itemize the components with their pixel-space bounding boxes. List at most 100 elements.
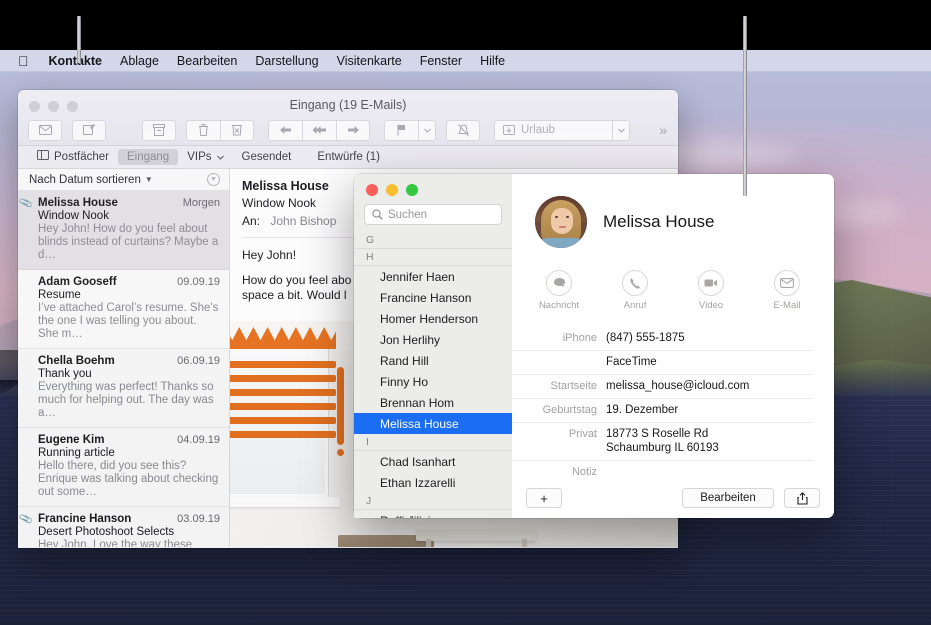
field-value: melissa_house@icloud.com	[606, 379, 814, 393]
message-subject: Window Nook	[29, 210, 220, 222]
phone-icon	[622, 270, 648, 296]
apple-logo-icon[interactable]: 	[10, 54, 40, 68]
search-wrap: Suchen	[354, 196, 512, 232]
message-sender: Francine Hanson	[29, 513, 177, 525]
message-date: 03.09.19	[177, 513, 220, 525]
contact-list-item[interactable]: Jon Herlihy	[354, 329, 512, 350]
message-list[interactable]: 📎 Melissa House Morgen Window Nook Hey J…	[18, 191, 229, 547]
reply-all-icon[interactable]	[302, 120, 336, 141]
action-label: Nachricht	[535, 300, 583, 311]
menu-item-ablage[interactable]: Ablage	[111, 50, 168, 72]
favorite-entwuerfe[interactable]: Entwürfe (1)	[308, 149, 389, 165]
close-button[interactable]	[366, 184, 378, 196]
search-icon	[372, 209, 383, 220]
message-preview: Hello there, did you see this? Enrique w…	[29, 460, 220, 499]
reply-icon[interactable]	[268, 120, 302, 141]
contacts-list[interactable]: G H Jennifer Haen Francine Hanson Homer …	[354, 232, 512, 518]
contacts-section-h: H	[354, 249, 512, 266]
field-value: (847) 555-1875	[606, 331, 814, 345]
field-label: Geburtstag	[512, 403, 606, 417]
flag-icon[interactable]	[384, 120, 418, 141]
chevron-down-icon	[217, 149, 224, 165]
contact-field-startseite[interactable]: Startseite melissa_house@icloud.com	[512, 375, 814, 399]
menu-item-darstellung[interactable]: Darstellung	[246, 50, 327, 72]
contacts-section-g: G	[354, 232, 512, 249]
contact-field-privat[interactable]: Privat 18773 S Roselle Rd Schaumburg IL …	[512, 423, 814, 461]
action-call[interactable]: Anruf	[611, 270, 659, 311]
contact-list-item[interactable]: Chad Isanhart	[354, 451, 512, 472]
compose-group	[72, 120, 106, 141]
contact-list-item[interactable]: Rand Hill	[354, 350, 512, 371]
message-sender: Chella Boehm	[29, 355, 177, 367]
compose-icon[interactable]	[72, 120, 106, 141]
message-bubble-icon	[546, 270, 572, 296]
mute-icon[interactable]	[446, 120, 480, 141]
contact-list-item[interactable]: Brennan Hom	[354, 392, 512, 413]
message-list-item[interactable]: Adam Gooseff 09.09.19 Resume I’ve attach…	[18, 270, 229, 349]
contact-list-item[interactable]: Finny Ho	[354, 371, 512, 392]
contact-list-item[interactable]: Jennifer Haen	[354, 266, 512, 287]
message-subject: Running article	[29, 447, 220, 459]
menu-item-hilfe[interactable]: Hilfe	[471, 50, 514, 72]
filter-icon[interactable]: ▼	[207, 173, 220, 186]
message-list-item[interactable]: 📎 Francine Hanson 03.09.19 Desert Photos…	[18, 507, 229, 547]
contact-field-geburtstag[interactable]: Geburtstag 19. Dezember	[512, 399, 814, 423]
contact-list-item[interactable]: Ethan Izzarelli	[354, 472, 512, 493]
archive-group	[142, 120, 176, 141]
junk-icon[interactable]	[220, 120, 254, 141]
action-video[interactable]: Video	[687, 270, 735, 311]
minimize-button[interactable]	[386, 184, 398, 196]
flag-group	[384, 120, 436, 141]
contacts-window-controls[interactable]	[354, 174, 512, 196]
delete-icon[interactable]	[186, 120, 220, 141]
mute-group	[446, 120, 480, 141]
favorite-label: Postfächer	[54, 149, 109, 165]
mark-unread-icon[interactable]	[28, 120, 62, 141]
contact-detail-pane: Melissa House Nachricht Anruf	[512, 174, 834, 518]
favorite-postfaecher[interactable]: Postfächer	[28, 149, 118, 165]
callout-line-right	[743, 16, 747, 196]
archive-icon[interactable]	[142, 120, 176, 141]
toolbar-overflow-icon[interactable]: »	[659, 122, 668, 138]
mark-unread-group	[28, 120, 62, 141]
flag-dropdown-icon[interactable]	[418, 120, 436, 141]
favorite-eingang[interactable]: Eingang	[118, 149, 178, 165]
field-label: Startseite	[512, 379, 606, 393]
forward-icon[interactable]	[336, 120, 370, 141]
contacts-window[interactable]: Suchen G H Jennifer Haen Francine Hanson…	[354, 174, 834, 518]
mail-favorites-bar: Postfächer Eingang VIPs Gesendet Entwürf…	[18, 146, 678, 169]
menu-item-fenster[interactable]: Fenster	[411, 50, 471, 72]
sort-dropdown[interactable]: Nach Datum sortieren ▼	[29, 174, 153, 186]
message-date: 04.09.19	[177, 434, 220, 446]
edit-button[interactable]: Bearbeiten	[682, 488, 774, 508]
field-label: Notiz	[512, 465, 606, 478]
action-email[interactable]: E-Mail	[763, 270, 811, 311]
message-preview: I’ve attached Carol’s resume. She's the …	[29, 302, 220, 341]
message-list-item[interactable]: Eugene Kim 04.09.19 Running article Hell…	[18, 428, 229, 507]
contact-field-iphone[interactable]: iPhone (847) 555-1875	[512, 327, 814, 351]
message-date: 09.09.19	[177, 276, 220, 288]
menu-item-kontakte[interactable]: Kontakte	[40, 50, 111, 72]
maximize-button[interactable]	[406, 184, 418, 196]
avatar[interactable]	[535, 196, 587, 248]
search-input[interactable]: Suchen	[364, 204, 502, 225]
move-to-button[interactable]: Urlaub	[494, 120, 612, 141]
contact-list-item-selected[interactable]: Melissa House	[354, 413, 512, 434]
share-button[interactable]	[784, 488, 820, 508]
contact-fields: iPhone (847) 555-1875 FaceTime Startseit…	[512, 327, 834, 483]
contact-field-facetime[interactable]: FaceTime	[512, 351, 814, 375]
message-list-item[interactable]: 📎 Melissa House Morgen Window Nook Hey J…	[18, 191, 229, 270]
menu-item-bearbeiten[interactable]: Bearbeiten	[168, 50, 246, 72]
add-field-button[interactable]: +	[526, 488, 562, 508]
message-preview: Hey John, Love the way these turned out.…	[29, 539, 220, 547]
contact-list-item[interactable]: Homer Henderson	[354, 308, 512, 329]
contact-list-item[interactable]: Raffi Jilizian	[354, 510, 512, 518]
favorite-vips[interactable]: VIPs	[178, 149, 232, 165]
message-list-item[interactable]: Chella Boehm 06.09.19 Thank you Everythi…	[18, 349, 229, 428]
menu-item-visitenkarte[interactable]: Visitenkarte	[328, 50, 411, 72]
contact-list-item[interactable]: Francine Hanson	[354, 287, 512, 308]
favorite-gesendet[interactable]: Gesendet	[233, 149, 301, 165]
action-message[interactable]: Nachricht	[535, 270, 583, 311]
move-to-dropdown-icon[interactable]	[612, 120, 630, 141]
contact-header: Melissa House	[512, 174, 834, 248]
